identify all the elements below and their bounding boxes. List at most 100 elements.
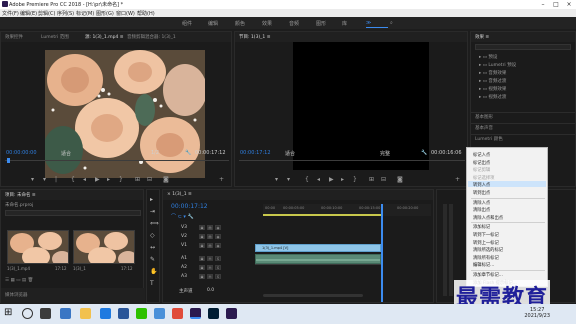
new-bin-icon[interactable]: ▭ — [16, 278, 20, 283]
export-frame-icon[interactable]: ◙ — [163, 176, 169, 183]
track-mute-icon[interactable]: M — [207, 274, 213, 279]
track-sync-icon[interactable]: ▤ — [207, 234, 213, 239]
task-view-icon[interactable] — [40, 308, 51, 319]
track-lock-icon[interactable]: ▣ — [199, 243, 205, 248]
program-play-icon[interactable]: ▶ — [329, 176, 334, 183]
menu-help[interactable]: 帮助(H) — [137, 10, 155, 17]
add-marker-icon[interactable]: ▾ — [183, 214, 186, 220]
selection-tool-icon[interactable]: ▸ — [150, 196, 153, 203]
app-icon[interactable] — [154, 308, 165, 319]
step-forward-icon[interactable]: ▸ — [107, 176, 110, 183]
context-menu-item[interactable]: 编辑标记... — [473, 262, 494, 268]
program-scrub-bar[interactable] — [239, 160, 465, 161]
program-go-to-in-icon[interactable]: { — [305, 176, 309, 183]
program-timecode[interactable]: 00:00:17:12 — [240, 150, 271, 156]
section-lumetri-color[interactable]: Lumetri 颜色 — [475, 136, 503, 142]
wechat-icon[interactable] — [136, 308, 147, 319]
windows-start-icon[interactable]: ⊞ — [4, 307, 15, 318]
program-step-back-icon[interactable]: ◂ — [317, 176, 320, 183]
new-item-icon[interactable]: ▤ — [22, 278, 26, 283]
program-add-button-icon[interactable]: + — [455, 176, 460, 183]
track-lock-icon[interactable]: ▣ — [199, 225, 205, 230]
premiere-taskbar-icon[interactable] — [226, 308, 237, 319]
context-menu-item[interactable]: 清除所选的标记 — [473, 247, 503, 253]
program-wrench-icon[interactable]: 🔧 — [421, 150, 427, 156]
app-icon[interactable] — [172, 308, 183, 319]
menu-window[interactable]: 窗口(W) — [116, 10, 135, 17]
overwrite-icon[interactable]: ⊟ — [147, 176, 152, 183]
step-back-icon[interactable]: ◂ — [83, 176, 86, 183]
master-volume-value[interactable]: 0.0 — [207, 288, 214, 293]
ripple-edit-tool-icon[interactable]: ⟺ — [150, 220, 159, 227]
context-menu-item[interactable]: 添加标记 — [473, 224, 490, 230]
program-mark-out-icon[interactable]: ▾ — [287, 176, 290, 183]
play-icon[interactable]: ▶ — [95, 176, 100, 183]
track-select-tool-icon[interactable]: ⇥ — [150, 208, 155, 215]
list-view-icon[interactable]: ☰ — [5, 278, 9, 283]
menu-clip[interactable]: 剪辑(C) — [38, 10, 55, 17]
word-icon[interactable] — [118, 308, 129, 319]
context-menu-item[interactable]: 标记入点 — [473, 152, 490, 158]
snap-icon[interactable]: ⌒ — [171, 214, 176, 220]
context-menu-item[interactable]: 标记出点 — [473, 160, 490, 166]
context-menu-item[interactable]: 转到上一标记 — [473, 240, 499, 246]
context-menu-item[interactable]: 转到出点 — [473, 190, 490, 196]
program-quality-dropdown[interactable]: 完整 — [380, 150, 390, 157]
add-button-icon[interactable]: + — [219, 176, 224, 183]
source-fit-dropdown[interactable]: 适合 — [61, 150, 71, 157]
razor-tool-icon[interactable]: ◇ — [150, 232, 155, 239]
effects-item-video-transitions[interactable]: ▸ ▭ 视频过渡 — [479, 94, 506, 100]
workspace-effects[interactable]: 效果 — [262, 20, 272, 27]
program-go-to-out-icon[interactable]: } — [353, 176, 357, 183]
trash-icon[interactable]: 🗑 — [28, 278, 34, 283]
workspace-audio[interactable]: 音频 — [289, 20, 299, 27]
project-clip-thumbnail[interactable] — [7, 230, 69, 264]
linked-selection-icon[interactable]: ⊂ — [178, 214, 182, 220]
wrench-icon[interactable]: 🔧 — [185, 150, 191, 156]
timeline-timecode[interactable]: 00:00:17:12 — [171, 203, 208, 210]
effects-item-lumetri-presets[interactable]: ▸ ▭ Lumetri 预设 — [479, 62, 516, 68]
source-timecode-in[interactable]: 00:00:00:00 — [6, 150, 37, 156]
track-solo-icon[interactable]: S — [215, 265, 221, 270]
tab-project[interactable]: 项目: 未命名 ≡ — [5, 192, 36, 198]
workspace-color[interactable]: 颜色 — [235, 20, 245, 27]
section-essential-sound[interactable]: 基本声音 — [475, 125, 493, 131]
program-fit-dropdown[interactable]: 适合 — [285, 150, 295, 157]
audio-clip[interactable] — [255, 254, 381, 264]
minimize-icon[interactable]: – — [536, 0, 550, 9]
marker-icon[interactable]: | — [55, 176, 57, 183]
app-icon[interactable] — [100, 308, 111, 319]
track-lock-icon[interactable]: ▣ — [199, 256, 205, 261]
project-search-input[interactable] — [5, 210, 141, 216]
context-menu-item[interactable]: 清除入点和出点 — [473, 215, 503, 221]
photoshop-icon[interactable] — [208, 308, 219, 319]
slip-tool-icon[interactable]: ↔ — [150, 244, 155, 251]
source-scrub-bar[interactable] — [5, 160, 229, 161]
go-to-in-icon[interactable]: { — [71, 176, 75, 183]
tab-effect-controls[interactable]: 效果控件 — [5, 34, 23, 40]
mark-in-icon[interactable]: ▾ — [31, 176, 34, 183]
timeline-zoom-scrollbar[interactable] — [263, 294, 363, 297]
timeline-settings-icon[interactable]: 🔧 — [188, 214, 194, 220]
workspace-editing[interactable]: 编辑 — [208, 20, 218, 27]
workspace-assembly[interactable]: 组件 — [182, 20, 192, 27]
track-mute-icon[interactable]: M — [207, 265, 213, 270]
tab-program[interactable]: 节目: 1(3)_1 ≡ — [239, 34, 271, 40]
track-v2[interactable]: V2 — [181, 234, 187, 239]
context-menu-item[interactable]: 清除所有标记 — [473, 255, 499, 261]
timeline-ruler[interactable]: 00:00 00:00:05:00 00:00:10:00 00:00:15:0… — [263, 204, 431, 216]
track-v1[interactable]: V1 — [181, 243, 187, 248]
mark-out-icon[interactable]: ▾ — [43, 176, 46, 183]
insert-icon[interactable]: ⊞ — [135, 176, 140, 183]
video-clip[interactable]: 1(3)_1.mp4 [V] — [255, 244, 381, 252]
program-mark-in-icon[interactable]: ▾ — [275, 176, 278, 183]
section-essential-graphics[interactable]: 基本图形 — [475, 114, 493, 120]
track-eye-icon[interactable]: ◉ — [215, 243, 221, 248]
type-tool-icon[interactable]: T — [150, 280, 154, 287]
tab-lumetri-scopes[interactable]: Lumetri 范围 — [41, 34, 69, 40]
edge-icon[interactable] — [60, 308, 71, 319]
track-lock-icon[interactable]: ▣ — [199, 234, 205, 239]
tab-sequence[interactable]: × 1(3)_1 ≡ — [167, 192, 192, 197]
system-clock[interactable]: 15:27 2021/9/23 — [524, 307, 550, 319]
track-eye-icon[interactable]: ◉ — [215, 234, 221, 239]
